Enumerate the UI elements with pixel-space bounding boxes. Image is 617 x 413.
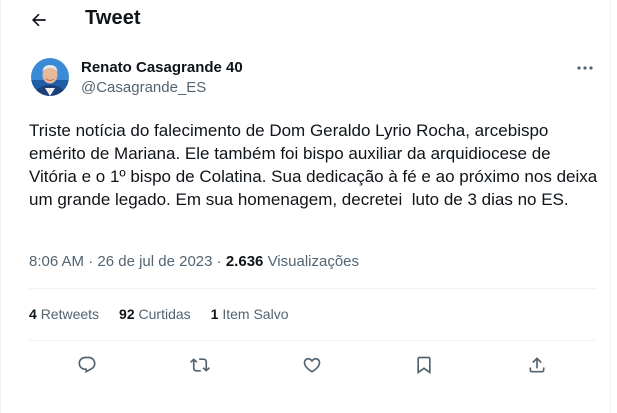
likes-label: Curtidas: [138, 306, 191, 322]
share-button[interactable]: [525, 353, 549, 377]
likes-stat[interactable]: 92 Curtidas: [119, 306, 191, 322]
arrow-left-icon: [31, 13, 46, 27]
meta-separator: ·: [88, 253, 98, 270]
like-button[interactable]: [300, 353, 324, 377]
retweet-button[interactable]: [188, 353, 212, 377]
bookmarks-stat[interactable]: 1 Item Salvo: [211, 306, 289, 322]
more-horizontal-icon: [577, 66, 593, 70]
tweet-author: Renato Casagrande 40 @Casagrande_ES: [31, 58, 243, 100]
tweet-page: Tweet Renato Casagrande 40 @Casagrande_E…: [0, 0, 611, 413]
tweet-meta: 8:06 AM · 26 de jul de 2023 · 2.636 Visu…: [29, 253, 359, 270]
like-icon: [303, 357, 321, 373]
bookmark-button[interactable]: [412, 353, 436, 377]
divider: [29, 340, 596, 341]
share-icon: [529, 357, 545, 373]
more-options-button[interactable]: [573, 58, 597, 78]
tweet-date[interactable]: 26 de jul de 2023: [97, 253, 212, 270]
meta-separator: ·: [216, 253, 226, 270]
avatar-image: [31, 58, 69, 96]
author-handle[interactable]: @Casagrande_ES: [81, 78, 243, 98]
bookmarks-count: 1: [210, 306, 219, 322]
tweet-text: Triste notícia do falecimento de Dom Ger…: [29, 121, 602, 209]
back-button[interactable]: [25, 8, 53, 32]
author-name[interactable]: Renato Casagrande 40: [81, 59, 243, 77]
likes-count: 92: [119, 306, 135, 322]
reply-button[interactable]: [75, 353, 99, 377]
author-text: Renato Casagrande 40 @Casagrande_ES: [81, 59, 243, 98]
tweet-time[interactable]: 8:06 AM: [29, 253, 84, 270]
page-header: Tweet: [1, 0, 612, 40]
divider: [29, 288, 596, 289]
retweets-label: Retweets: [40, 306, 100, 322]
tweet-actions: [29, 350, 596, 380]
retweets-stat[interactable]: 4 Retweets: [29, 306, 99, 322]
bookmark-icon: [417, 356, 431, 375]
avatar[interactable]: [31, 58, 69, 96]
reply-icon: [78, 356, 96, 374]
retweet-icon: [190, 358, 210, 372]
bookmarks-label: Item Salvo: [222, 306, 289, 322]
views-count: 2.636: [225, 253, 264, 270]
retweets-count: 4: [29, 306, 37, 322]
tweet-stats: 4 Retweets 92 Curtidas 1 Item Salvo: [29, 306, 308, 322]
views-label: Visualizações: [267, 253, 360, 270]
page-title: Tweet: [85, 7, 141, 29]
